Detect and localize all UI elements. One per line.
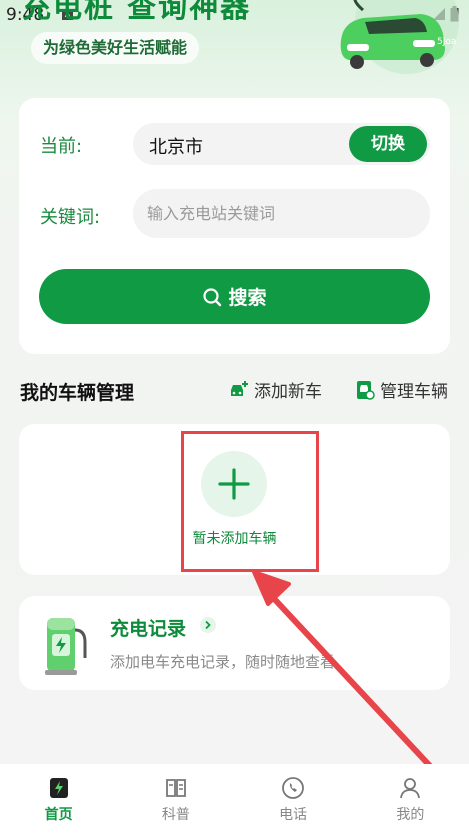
keyword-field[interactable] (133, 189, 430, 238)
add-vehicle-label: 添加新车 (254, 382, 322, 402)
keyword-input[interactable] (147, 199, 417, 227)
vehicle-section-title: 我的车辆管理 (20, 382, 135, 404)
current-city-label: 当前: (40, 136, 83, 157)
person-icon (400, 778, 421, 799)
add-vehicle-button[interactable]: 添加新车 (229, 377, 322, 402)
chevron-right-icon (200, 617, 216, 633)
add-car-icon (231, 380, 248, 396)
charge-record-subtitle: 添加电车充电记录，随时随地查看 (110, 653, 336, 671)
nav-item-science[interactable]: 科普 (136, 776, 216, 824)
search-icon (203, 287, 222, 306)
nav-label-phone: 电话 (279, 807, 308, 823)
manage-vehicles-button[interactable]: 管理车辆 (355, 377, 448, 402)
ev-car-illustration: 5Joa (340, 0, 459, 74)
city-value: 北京市 (149, 137, 203, 158)
tagline: 为绿色美好生活赋能 (31, 32, 200, 64)
charge-record-title: 充电记录 (110, 618, 187, 640)
search-button[interactable]: 搜索 (39, 269, 430, 324)
manage-vehicles-label: 管理车辆 (380, 382, 448, 402)
hero-title: 充电桩 查询神器 (22, 0, 252, 24)
nav-label-mine: 我的 (396, 807, 425, 823)
nav-item-phone[interactable]: 电话 (253, 776, 333, 824)
phone-icon (282, 777, 305, 799)
nav-item-mine[interactable]: 我的 (370, 776, 450, 824)
charger-icon (45, 618, 87, 675)
keyword-label: 关键词: (40, 207, 101, 228)
nav-label-science: 科普 (161, 807, 190, 823)
manage-car-icon (357, 380, 375, 400)
carrier-label: 5Joa (437, 37, 456, 47)
search-button-label: 搜索 (228, 287, 267, 309)
charge-record-card[interactable]: 充电记录 添加电车充电记录，随时随地查看 (19, 596, 450, 690)
book-icon (165, 779, 186, 797)
highlight-box (181, 431, 319, 572)
bottom-nav: 首页 科普 电话 我的 (0, 764, 469, 835)
home-bolt-icon (49, 778, 68, 798)
city-selector[interactable]: 北京市 切换 (133, 123, 430, 165)
nav-label-home: 首页 (44, 807, 73, 823)
nav-item-home[interactable]: 首页 (19, 776, 99, 824)
switch-city-button[interactable]: 切换 (349, 126, 427, 162)
search-card: 当前: 北京市 切换 关键词: 搜索 (19, 98, 450, 354)
